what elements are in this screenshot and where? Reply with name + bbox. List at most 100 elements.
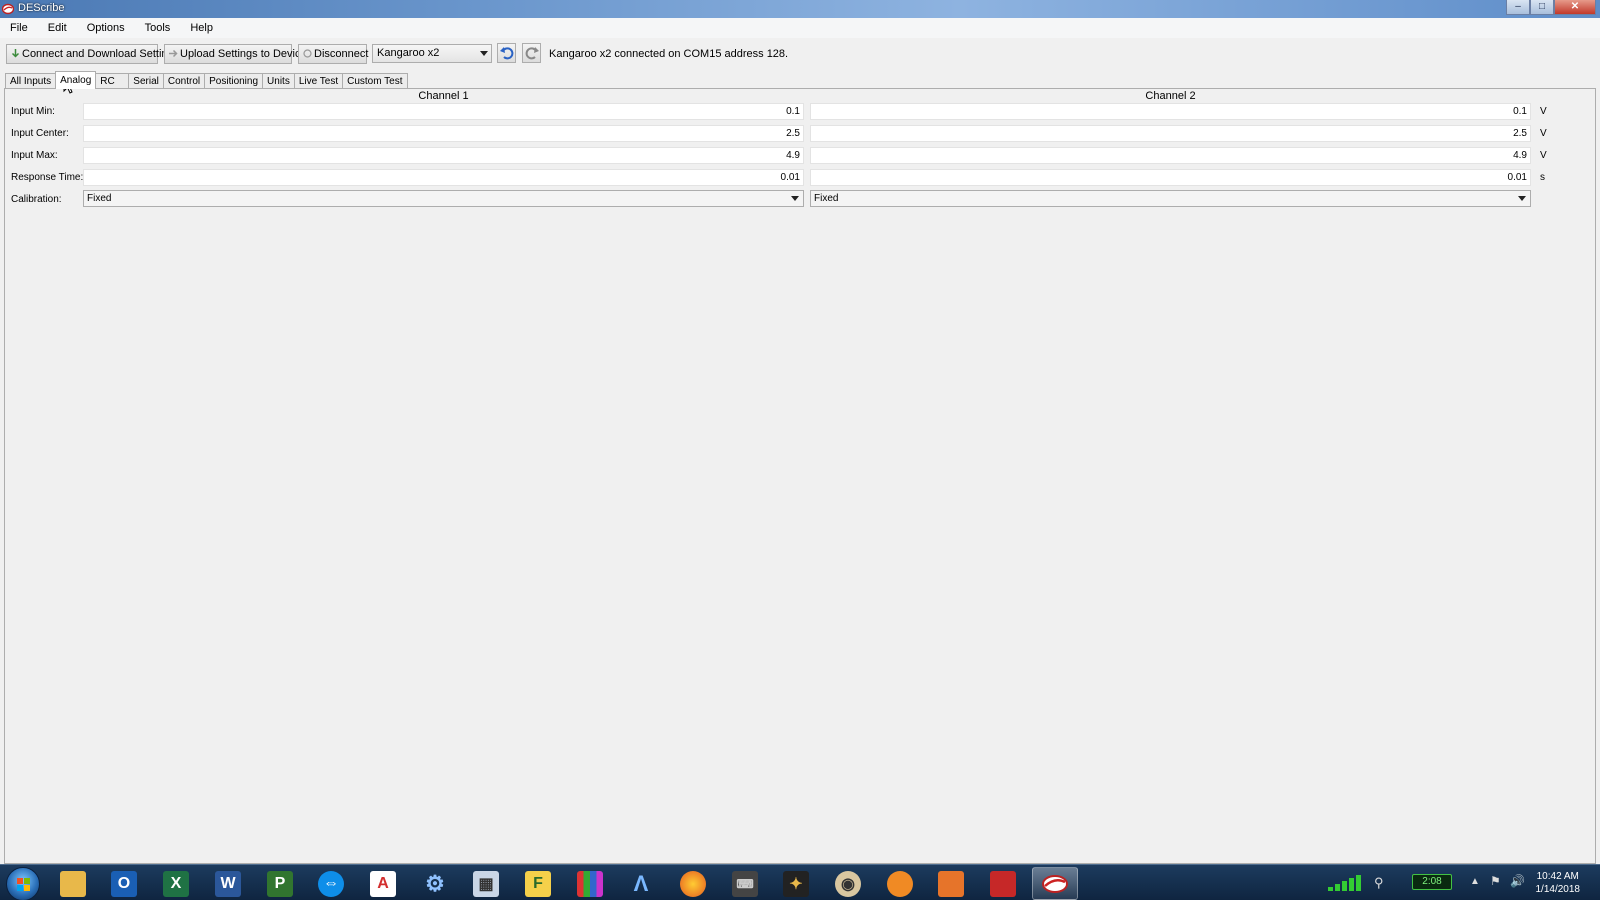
wireless-icon[interactable]: ⚲ <box>1374 875 1390 891</box>
disconnect-button[interactable]: Disconnect <box>298 44 369 64</box>
redo-button[interactable] <box>522 43 541 63</box>
input-center-ch2-field[interactable]: 2.5 <box>810 125 1531 142</box>
action-center-flag-icon[interactable]: ⚑ <box>1490 874 1501 888</box>
response-time-ch1-field[interactable]: 0.01 <box>83 169 804 186</box>
word-icon: W <box>215 870 241 897</box>
chevron-down-icon <box>480 51 488 56</box>
taskbar-project[interactable]: P <box>257 867 303 900</box>
menu-options[interactable]: Options <box>77 18 135 38</box>
acrobat-icon: A <box>370 870 396 897</box>
keyboard-icon: ⌨ <box>732 870 758 897</box>
maximize-button[interactable]: □ <box>1530 0 1554 15</box>
clock[interactable]: 10:42 AM 1/14/2018 <box>1536 870 1581 896</box>
show-hidden-icons-icon[interactable]: ▲ <box>1470 876 1480 887</box>
taskbar-calculator[interactable]: ▦ <box>463 867 509 900</box>
upload-settings-label: Upload Settings to Device <box>180 48 307 60</box>
tab-positioning[interactable]: Positioning <box>204 73 264 89</box>
blender-icon <box>887 870 913 897</box>
taskbar-describe[interactable] <box>1032 867 1078 900</box>
channel-1-header: Channel 1 <box>418 90 469 102</box>
input-center-label: Input Center: <box>11 128 69 139</box>
taskbar-keyboard[interactable]: ⌨ <box>722 867 768 900</box>
start-button[interactable] <box>6 867 40 900</box>
menu-help[interactable]: Help <box>180 18 223 38</box>
arrow-right-icon <box>169 49 178 58</box>
minimize-button[interactable]: – <box>1506 0 1530 15</box>
f-app-icon: F <box>525 870 551 897</box>
taskbar-matlab[interactable] <box>928 867 974 900</box>
input-min-unit: V <box>1540 106 1547 117</box>
taskbar-excel[interactable]: X <box>153 867 199 900</box>
tab-custom-test[interactable]: Custom Test <box>342 73 408 89</box>
chevron-down-icon <box>1518 196 1526 201</box>
disconnect-label: Disconnect <box>314 48 369 60</box>
title-bar: DEScribe – □ ✕ <box>0 0 1600 18</box>
battery-indicator[interactable]: 2:08 <box>1412 874 1452 890</box>
undo-icon <box>499 47 513 60</box>
taskbar-f-app[interactable]: F <box>515 867 561 900</box>
project-icon: P <box>267 870 293 897</box>
taskbar-settings[interactable]: ⚙ <box>412 867 458 900</box>
input-max-ch1-field[interactable]: 4.9 <box>83 147 804 164</box>
disconnect-icon <box>303 49 312 58</box>
tab-control[interactable]: Control <box>162 73 206 89</box>
taskbar-firefox[interactable] <box>670 867 716 900</box>
excel-icon: X <box>163 870 189 897</box>
close-button[interactable]: ✕ <box>1554 0 1596 15</box>
menu-file[interactable]: File <box>0 18 38 38</box>
calibration-ch1-select[interactable]: Fixed <box>83 190 804 207</box>
bars-app-icon <box>577 870 603 897</box>
calibration-ch2-select[interactable]: Fixed <box>810 190 1531 207</box>
connect-download-button[interactable]: Connect and Download Settings <box>6 44 179 64</box>
tab-rc[interactable]: RC <box>95 73 130 89</box>
app-logo-icon <box>2 3 14 15</box>
input-max-unit: V <box>1540 150 1547 161</box>
signal-strength-icon[interactable] <box>1326 873 1364 893</box>
input-center-ch1-field[interactable]: 2.5 <box>83 125 804 142</box>
input-min-ch1-field[interactable]: 0.1 <box>83 103 804 120</box>
calibration-ch1-value: Fixed <box>87 193 112 204</box>
window-title: DEScribe <box>18 2 65 14</box>
taskbar-outlook[interactable]: O <box>101 867 147 900</box>
clock-time: 10:42 AM <box>1536 871 1579 882</box>
outlook-icon: O <box>111 870 137 897</box>
input-min-ch2-field[interactable]: 0.1 <box>810 103 1531 120</box>
tab-analog[interactable]: Analog <box>55 71 97 89</box>
taskbar-explorer[interactable] <box>50 867 96 900</box>
tab-live-test[interactable]: Live Test <box>293 73 344 89</box>
channel-2-header: Channel 2 <box>1145 90 1196 102</box>
describe-icon <box>1042 874 1068 893</box>
tab-units[interactable]: Units <box>262 73 295 89</box>
gear-icon: ⚙ <box>425 870 445 896</box>
volume-icon[interactable]: 🔊 <box>1510 874 1525 888</box>
taskbar-arduino[interactable]: Λ <box>618 867 664 900</box>
calibration-label: Calibration: <box>11 194 62 205</box>
tab-all-inputs[interactable]: All Inputs <box>5 73 57 89</box>
taskbar-teamviewer[interactable]: ⇔ <box>308 867 354 900</box>
device-select[interactable]: Kangaroo x2 <box>372 44 492 63</box>
taskbar-bars-app[interactable] <box>567 867 613 900</box>
upload-settings-button[interactable]: Upload Settings to Device <box>164 44 307 64</box>
teamviewer-icon: ⇔ <box>318 870 344 897</box>
taskbar-hammer[interactable]: ✦ <box>773 867 819 900</box>
taskbar-word[interactable]: W <box>205 867 251 900</box>
menu-bar: File Edit Options Tools Help <box>0 18 1600 38</box>
taskbar-toolbox[interactable] <box>980 867 1026 900</box>
undo-button[interactable] <box>497 43 516 63</box>
tab-serial[interactable]: Serial <box>128 73 164 89</box>
calibration-ch2-value: Fixed <box>814 193 839 204</box>
menu-tools[interactable]: Tools <box>135 18 181 38</box>
toolbar: Connect and Download Settings Upload Set… <box>0 40 1600 66</box>
chevron-down-icon <box>791 196 799 201</box>
taskbar-blender[interactable] <box>877 867 923 900</box>
taskbar: O X W P ⇔ A ⚙ ▦ F Λ ⌨ ✦ ◉ ⚲ <box>0 864 1600 900</box>
menu-edit[interactable]: Edit <box>38 18 77 38</box>
input-max-ch2-field[interactable]: 4.9 <box>810 147 1531 164</box>
connect-download-label: Connect and Download Settings <box>22 48 180 60</box>
response-time-ch2-field[interactable]: 0.01 <box>810 169 1531 186</box>
connection-status: Kangaroo x2 connected on COM15 address 1… <box>549 48 789 60</box>
taskbar-mixer[interactable]: ◉ <box>825 867 871 900</box>
clock-date: 1/14/2018 <box>1535 884 1581 895</box>
arrow-down-icon <box>11 49 20 58</box>
taskbar-acrobat[interactable]: A <box>360 867 406 900</box>
